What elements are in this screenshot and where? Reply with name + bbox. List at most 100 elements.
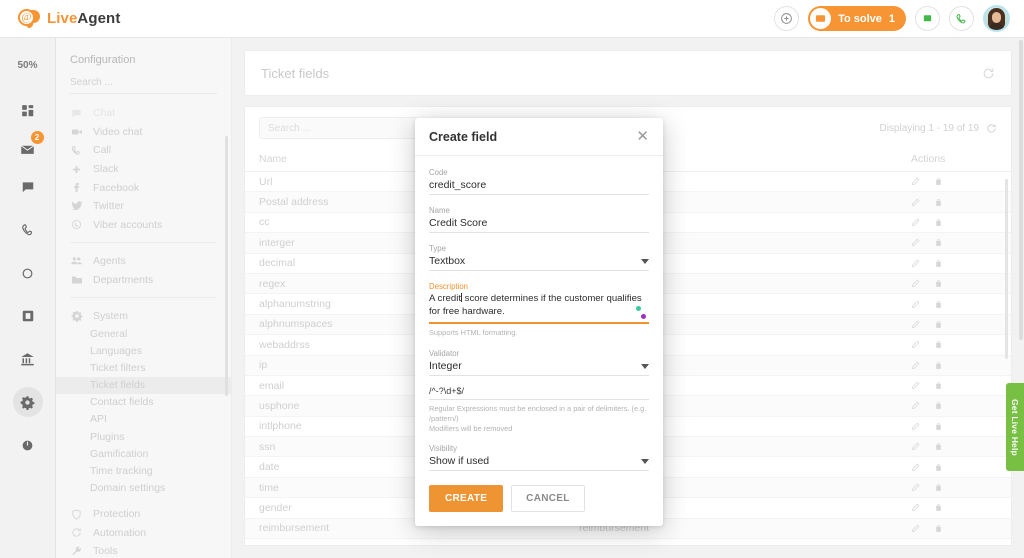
config-subitem-ticket-filters[interactable]: Ticket filters [56, 359, 231, 376]
field-group-description: Description A credit score determines if… [429, 282, 649, 338]
type-value: Textbox [429, 255, 465, 267]
trash-icon[interactable] [934, 300, 943, 309]
user-avatar[interactable] [983, 5, 1010, 32]
plus-circle-icon[interactable] [774, 6, 799, 31]
sidebar-item-settings[interactable] [13, 430, 43, 460]
trash-icon[interactable] [934, 218, 943, 227]
config-subitem-languages[interactable]: Languages [56, 342, 231, 359]
pencil-icon[interactable] [911, 300, 920, 309]
pencil-icon[interactable] [911, 361, 920, 370]
trash-icon[interactable] [934, 279, 943, 288]
config-subitem-contact-fields[interactable]: Contact fields [56, 394, 231, 411]
description-textarea[interactable]: A credit score determines if the custome… [429, 293, 649, 324]
trash-icon[interactable] [934, 177, 943, 186]
create-button[interactable]: CREATE [429, 485, 503, 512]
pencil-icon[interactable] [911, 340, 920, 349]
trash-icon[interactable] [934, 422, 943, 431]
pencil-icon[interactable] [911, 463, 920, 472]
sidebar-item-tickets[interactable]: 2 [13, 134, 43, 164]
pencil-icon[interactable] [911, 177, 920, 186]
sidebar-item-dashboard[interactable] [13, 96, 43, 126]
pencil-icon[interactable] [911, 483, 920, 492]
code-input[interactable]: credit_score [429, 179, 649, 195]
config-item-slack[interactable]: Slack [56, 160, 231, 179]
trash-icon[interactable] [934, 238, 943, 247]
pencil-icon[interactable] [911, 503, 920, 512]
pencil-icon[interactable] [911, 381, 920, 390]
get-live-help-tab[interactable]: Get Live Help [1006, 383, 1024, 471]
config-item-agents[interactable]: Agents [56, 251, 231, 271]
logo-live: Live [47, 10, 77, 27]
config-item-system[interactable]: System [56, 306, 231, 325]
trash-icon[interactable] [934, 320, 943, 329]
configuration-search-input[interactable]: Search ... [70, 77, 217, 94]
config-subitem-domain-settings[interactable]: Domain settings [56, 480, 231, 497]
config-item-departments[interactable]: Departments [56, 271, 231, 290]
name-input[interactable]: Credit Score [429, 217, 649, 233]
viber-icon [70, 219, 83, 230]
trash-icon[interactable] [934, 442, 943, 451]
trash-icon[interactable] [934, 259, 943, 268]
close-icon[interactable]: ✕ [636, 129, 649, 144]
config-item-video-chat[interactable]: Video chat [56, 123, 231, 142]
config-subitem-gamification[interactable]: Gamification [56, 445, 231, 462]
table-search-input[interactable]: Search ... [259, 117, 419, 139]
pencil-icon[interactable] [911, 218, 920, 227]
sidebar-item-configuration[interactable] [13, 387, 43, 417]
config-item-chat[interactable]: Chat [56, 104, 231, 123]
sidebar-item-chats[interactable] [13, 172, 43, 202]
config-subitem-time-tracking[interactable]: Time tracking [56, 462, 231, 479]
refresh-icon[interactable] [982, 67, 995, 80]
pencil-icon[interactable] [911, 259, 920, 268]
pencil-icon[interactable] [911, 279, 920, 288]
phone-icon[interactable] [949, 6, 974, 31]
validator-select[interactable]: Integer [429, 360, 649, 376]
table-scrollbar[interactable] [1005, 179, 1008, 359]
video-icon [70, 126, 83, 138]
config-item-twitter[interactable]: Twitter [56, 197, 231, 216]
trash-icon[interactable] [934, 503, 943, 512]
trash-icon[interactable] [934, 401, 943, 410]
sidebar-item-knowledge-base[interactable] [13, 301, 43, 331]
trash-icon[interactable] [934, 361, 943, 370]
liveagent-logo[interactable]: @ LiveAgent [0, 9, 120, 28]
pencil-icon[interactable] [911, 422, 920, 431]
config-item-tools[interactable]: Tools [56, 542, 231, 558]
sidebar-item-calls[interactable] [13, 215, 43, 245]
to-solve-button[interactable]: To solve 1 [808, 6, 906, 31]
configuration-scrollbar[interactable] [225, 136, 228, 396]
regex-input[interactable]: /^-?\d+$/ [429, 386, 649, 400]
chat-square-icon[interactable] [915, 6, 940, 31]
sidebar-item-customers[interactable] [13, 258, 43, 288]
config-item-protection[interactable]: Protection [56, 505, 231, 524]
table-refresh-icon[interactable] [986, 123, 997, 134]
trash-icon[interactable] [934, 483, 943, 492]
trash-icon[interactable] [934, 198, 943, 207]
cancel-button[interactable]: CANCEL [511, 485, 584, 512]
config-subitem-plugins[interactable]: Plugins [56, 428, 231, 445]
sidebar-item-reports[interactable] [13, 344, 43, 374]
config-item-automation[interactable]: Automation [56, 523, 231, 542]
config-item-call[interactable]: Call [56, 141, 231, 160]
visibility-select[interactable]: Show if used [429, 455, 649, 471]
trash-icon[interactable] [934, 524, 943, 533]
config-subitem-general[interactable]: General [56, 325, 231, 342]
trash-icon[interactable] [934, 340, 943, 349]
config-item-viber-accounts[interactable]: Viber accounts [56, 216, 231, 235]
trash-icon[interactable] [934, 463, 943, 472]
config-subitem-ticket-fields[interactable]: Ticket fields [56, 377, 231, 394]
chat-icon [70, 108, 83, 119]
pencil-icon[interactable] [911, 524, 920, 533]
pencil-icon[interactable] [911, 442, 920, 451]
chat-icon [21, 180, 35, 194]
type-select[interactable]: Textbox [429, 255, 649, 271]
pencil-icon[interactable] [911, 238, 920, 247]
pencil-icon[interactable] [911, 320, 920, 329]
pencil-icon[interactable] [911, 198, 920, 207]
trash-icon[interactable] [934, 381, 943, 390]
pencil-icon[interactable] [911, 401, 920, 410]
envelope-icon [810, 8, 831, 29]
config-subitem-api[interactable]: API [56, 411, 231, 428]
page-scrollbar[interactable] [1019, 40, 1023, 340]
config-item-facebook[interactable]: Facebook [56, 178, 231, 197]
